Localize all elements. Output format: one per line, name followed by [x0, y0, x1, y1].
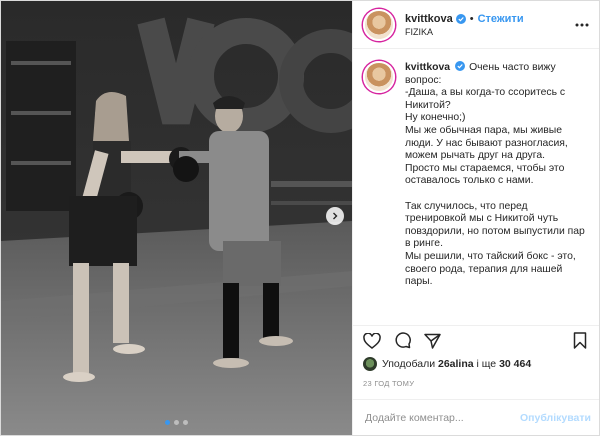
chevron-right-icon — [333, 212, 338, 220]
caption-paragraph-2: Так случилось, что перед тренировкой мы … — [405, 200, 585, 288]
caption-paragraph-1: kvittkova Очень часто вижу вопрос: -Даша,… — [405, 61, 589, 188]
caption-section: kvittkova Очень часто вижу вопрос: -Даша,… — [353, 49, 599, 349]
share-icon — [423, 333, 441, 349]
action-bar — [353, 325, 599, 355]
carousel-next-button[interactable] — [326, 207, 344, 225]
verified-badge-icon — [455, 13, 466, 24]
carousel-dot-3 — [183, 420, 188, 425]
save-button[interactable] — [569, 330, 591, 352]
like-button[interactable] — [361, 330, 383, 352]
likes-summary: Уподобали 26alina і ще 30 464 — [363, 357, 591, 371]
comment-button[interactable] — [391, 330, 413, 352]
liker-username[interactable]: 26alina — [438, 358, 474, 370]
comment-bar: Опублікувати — [353, 399, 599, 435]
bookmark-icon — [573, 332, 587, 349]
instagram-post: kvittkova • Стежити FIZIKA kvittkova Оче… — [0, 0, 600, 436]
author-line: kvittkova • Стежити — [405, 13, 573, 25]
post-header: kvittkova • Стежити FIZIKA — [353, 1, 599, 49]
share-button[interactable] — [421, 330, 443, 352]
author-username[interactable]: kvittkova — [405, 13, 453, 25]
comment-input[interactable] — [363, 410, 520, 425]
post-details-panel: kvittkova • Стежити FIZIKA kvittkova Оче… — [352, 1, 599, 435]
liker-avatar[interactable] — [363, 357, 377, 371]
post-timestamp[interactable]: 23 ГОД ТОМУ — [363, 379, 414, 388]
follow-button[interactable]: Стежити — [478, 13, 524, 25]
likes-prefix: Уподобали — [382, 358, 436, 370]
verified-badge-icon — [455, 61, 466, 71]
likes-connector: і ще — [476, 358, 497, 370]
likes-count[interactable]: 30 464 — [499, 358, 531, 370]
publish-button[interactable]: Опублікувати — [520, 412, 591, 424]
caption-author-avatar[interactable] — [363, 61, 395, 93]
carousel-dot-1 — [165, 420, 170, 425]
carousel-indicator — [1, 420, 352, 425]
caption-username[interactable]: kvittkova — [405, 62, 450, 73]
more-horizontal-icon — [575, 23, 589, 26]
author-info: kvittkova • Стежити FIZIKA — [405, 13, 573, 37]
post-media[interactable] — [1, 1, 352, 435]
post-location[interactable]: FIZIKA — [405, 27, 573, 37]
comment-icon — [395, 332, 411, 349]
heart-icon — [363, 332, 381, 349]
caption-body-1: Очень часто вижу вопрос: -Даша, а вы ког… — [405, 62, 568, 187]
author-avatar[interactable] — [363, 8, 395, 41]
caption-text: kvittkova Очень часто вижу вопрос: -Даша,… — [405, 61, 589, 289]
more-options-button[interactable] — [573, 23, 591, 27]
post-photo — [1, 1, 352, 435]
header-separator: • — [469, 12, 474, 25]
carousel-dot-2 — [174, 420, 179, 425]
